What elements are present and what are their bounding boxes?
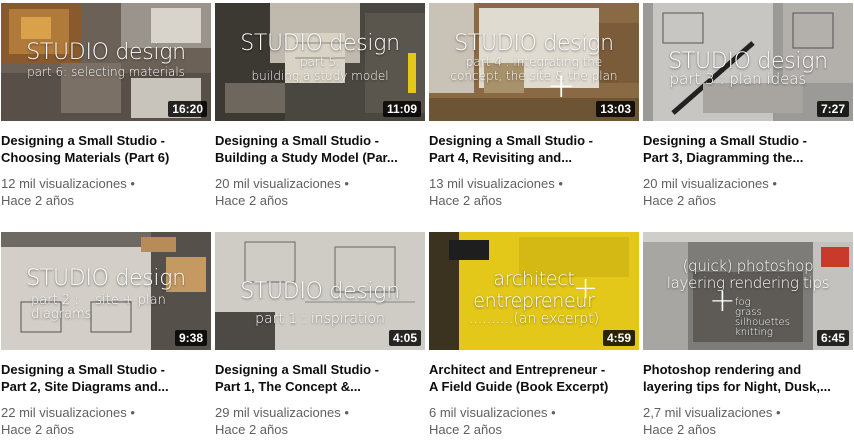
view-count: 6 mil visualizaciones •	[429, 404, 634, 421]
video-thumbnail[interactable]: STUDIO design part 1 : inspiration 4:05	[215, 232, 425, 350]
view-count: 20 mil visualizaciones •	[215, 175, 420, 192]
separator-dot: •	[130, 405, 135, 420]
video-thumbnail[interactable]: (quick) photoshop layering rendering tip…	[643, 232, 853, 350]
video-title[interactable]: Designing a Small Studio - Part 1, The C…	[215, 361, 420, 395]
duration-badge: 16:20	[168, 101, 207, 117]
duration-badge: 11:09	[382, 101, 421, 117]
separator-dot: •	[558, 176, 563, 191]
overlay-subtitle: ..........(an excerpt)	[468, 311, 600, 327]
upload-age: Hace 2 años	[643, 193, 716, 208]
separator-dot: •	[344, 176, 349, 191]
plus-graphic-icon: +	[573, 271, 599, 306]
upload-age: Hace 2 años	[215, 193, 288, 208]
overlay-title: STUDIO design	[240, 279, 400, 304]
video-title[interactable]: Designing a Small Studio - Part 2, Site …	[1, 361, 206, 395]
video-card[interactable]: STUDIO design part 3 : plan ideas 7:27 D…	[643, 3, 853, 208]
duration-badge: 4:59	[602, 330, 635, 346]
views-text: 2,7 mil visualizaciones	[643, 405, 773, 420]
views-text: 12 mil visualizaciones	[1, 176, 127, 191]
video-title[interactable]: Photoshop rendering and layering tips fo…	[643, 361, 848, 395]
overlay-title: STUDIO design	[26, 40, 186, 65]
separator-dot: •	[775, 405, 781, 420]
upload-age: Hace 2 años	[1, 422, 74, 437]
video-card[interactable]: STUDIO design part 6: selecting material…	[1, 3, 211, 208]
video-title[interactable]: Architect and Entrepreneur - A Field Gui…	[429, 361, 634, 395]
duration-badge: 4:05	[388, 330, 421, 346]
video-card[interactable]: architect entrepreneur ..........(an exc…	[429, 232, 639, 437]
video-title[interactable]: Designing a Small Studio - Part 4, Revis…	[429, 132, 634, 166]
view-count: 12 mil visualizaciones •	[1, 175, 206, 192]
overlay-subtitle: part 2 : site + plan diagrams	[31, 293, 166, 322]
upload-age: Hace 2 años	[1, 193, 74, 208]
separator-dot: •	[130, 176, 135, 191]
upload-age: Hace 2 años	[429, 422, 502, 437]
overlay-subtitle: part 3 : plan ideas	[669, 70, 807, 88]
video-thumbnail[interactable]: STUDIO design part 6: selecting material…	[1, 3, 211, 121]
video-thumbnail[interactable]: STUDIO design part 2 : site + plan diagr…	[1, 232, 211, 350]
video-thumbnail[interactable]: STUDIO design part 4 : integrating the c…	[429, 3, 639, 121]
duration-badge: 13:03	[596, 101, 635, 117]
overlay-subtitle: part 1 : inspiration	[255, 311, 385, 327]
video-title[interactable]: Designing a Small Studio - Part 3, Diagr…	[643, 132, 848, 166]
video-title[interactable]: Designing a Small Studio - Choosing Mate…	[1, 132, 206, 166]
upload-age: Hace 2 años	[429, 193, 502, 208]
view-count: 29 mil visualizaciones •	[215, 404, 420, 421]
duration-badge: 9:38	[174, 330, 207, 346]
view-count: 22 mil visualizaciones •	[1, 404, 206, 421]
plus-graphic-icon: +	[547, 66, 576, 106]
video-card[interactable]: STUDIO design part 5: building a study m…	[215, 3, 425, 208]
views-text: 20 mil visualizaciones	[215, 176, 341, 191]
upload-age: Hace 2 años	[643, 422, 716, 437]
views-text: 29 mil visualizaciones	[215, 405, 341, 420]
video-card[interactable]: STUDIO design part 1 : inspiration 4:05 …	[215, 232, 425, 437]
overlay-subtitle: part 5: building a study model	[251, 55, 389, 83]
separator-dot: •	[772, 176, 777, 191]
views-text: 13 mil visualizaciones	[429, 176, 555, 191]
video-thumbnail[interactable]: STUDIO design part 5: building a study m…	[215, 3, 425, 121]
upload-age: Hace 2 años	[215, 422, 288, 437]
overlay-title: STUDIO design	[454, 31, 614, 56]
overlay-subtitle: part 4 : integrating the concept, the si…	[450, 55, 618, 83]
video-thumbnail[interactable]: STUDIO design part 3 : plan ideas 7:27	[643, 3, 853, 121]
overlay-title: STUDIO design	[26, 266, 186, 291]
video-grid: STUDIO design part 6: selecting material…	[0, 0, 854, 440]
duration-badge: 6:45	[816, 330, 849, 346]
overlay-title: (quick) photoshop layering rendering tip…	[666, 257, 830, 292]
overlay-title: STUDIO design	[240, 31, 400, 56]
video-title[interactable]: Designing a Small Studio - Building a St…	[215, 132, 420, 166]
plus-graphic-icon: +	[709, 281, 736, 319]
overlay-title: architect entrepreneur	[473, 268, 595, 312]
video-card[interactable]: (quick) photoshop layering rendering tip…	[643, 232, 853, 437]
separator-dot: •	[551, 405, 556, 420]
video-card[interactable]: STUDIO design part 2 : site + plan diagr…	[1, 232, 211, 437]
video-thumbnail[interactable]: architect entrepreneur ..........(an exc…	[429, 232, 639, 350]
overlay-subtitle: part 6: selecting materials	[27, 65, 185, 79]
view-count: 2,7 mil visualizaciones •	[643, 404, 848, 421]
video-card[interactable]: STUDIO design part 4 : integrating the c…	[429, 3, 639, 208]
view-count: 20 mil visualizaciones •	[643, 175, 848, 192]
views-text: 6 mil visualizaciones	[429, 405, 548, 420]
views-text: 20 mil visualizaciones	[643, 176, 769, 191]
view-count: 13 mil visualizaciones •	[429, 175, 634, 192]
views-text: 22 mil visualizaciones	[1, 405, 127, 420]
separator-dot: •	[344, 405, 349, 420]
duration-badge: 7:27	[816, 101, 849, 117]
